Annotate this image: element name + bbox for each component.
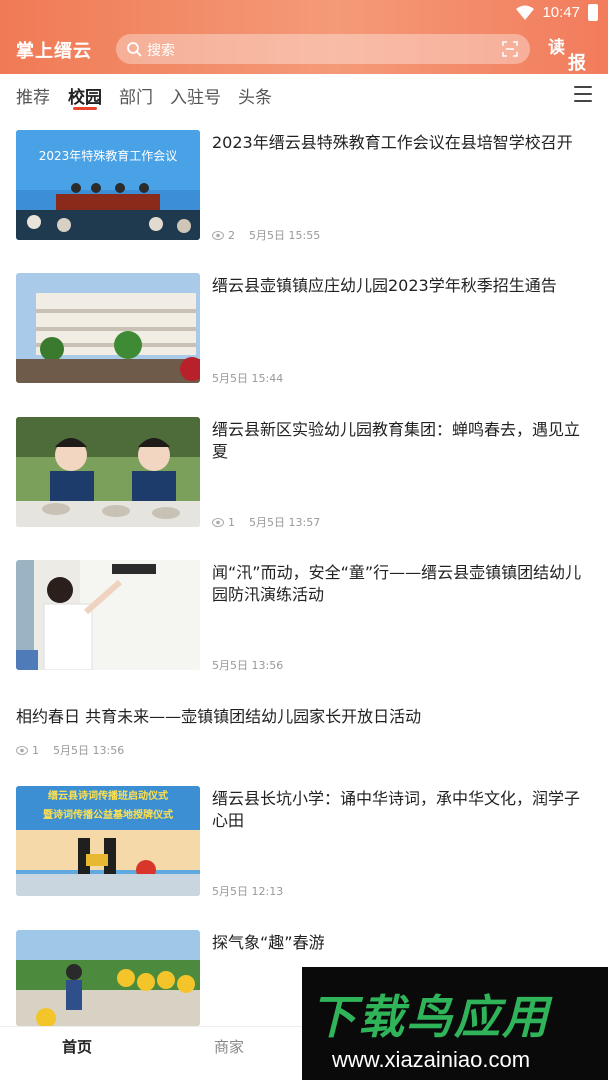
news-title[interactable]: 探气象“趣”春游 [212,932,592,954]
tab-recommend[interactable]: 推荐 [16,83,50,108]
news-meta: 5月5日 15:44 [212,370,283,386]
news-title[interactable]: 2023年缙云县特殊教育工作会议在县培智学校召开 [212,132,592,154]
read-logo-char-2: 报 [568,53,586,74]
news-time: 5月5日 13:56 [53,744,125,757]
view-count: 1 [228,515,235,529]
search-icon [127,42,142,57]
view-count: 1 [32,743,39,757]
news-meta: 1 5月5日 13:57 [212,514,320,530]
news-item[interactable]: 2023年特殊教育工作会议 2023年缙云县特殊教育工作会议在县培智学校召开 2… [0,130,608,242]
news-time: 5月5日 13:57 [249,516,321,529]
news-time: 5月5日 12:13 [212,885,284,898]
news-item[interactable]: 相约春日 共育未来——壶镇镇团结幼儿园家长开放日活动 1 5月5日 13:56 [0,704,608,760]
news-title[interactable]: 相约春日 共育未来——壶镇镇团结幼儿园家长开放日活动 [16,706,596,728]
news-item[interactable]: 缙云县壶镇镇应庄幼儿园2023学年秋季招生通告 5月5日 15:44 [0,273,608,385]
view-count: 2 [228,228,235,242]
news-thumbnail: 2023年特殊教育工作会议 [16,130,200,240]
watermark-title: 下载鸟应用 [310,990,550,1044]
wifi-icon [516,5,535,20]
news-thumbnail [16,930,200,1026]
eye-icon [16,745,28,755]
watermark-logo: 下载鸟应用 www.xiazainiao.com [302,967,608,1080]
watermark-url: www.xiazainiao.com [332,1047,531,1072]
category-tabs: 推荐 校园 部门 入驻号 头条 [0,74,608,118]
menu-icon[interactable] [574,86,592,102]
news-thumbnail [16,560,200,670]
news-meta: 2 5月5日 15:55 [212,227,320,243]
news-item[interactable]: 缙云县诗词传播班启动仪式 暨诗词传播公益基地授牌仪式 缙云县长坑小学：诵中华诗词… [0,786,608,898]
news-time: 5月5日 15:44 [212,372,284,385]
eye-icon [212,230,224,240]
news-thumbnail [16,273,200,383]
news-title[interactable]: 缙云县长坑小学：诵中华诗词，承中华文化，润学子心田 [212,788,592,832]
news-meta: 1 5月5日 13:56 [16,742,124,758]
app-title: 掌上缙云 [16,41,92,62]
app-header: 10:47 掌上缙云 搜索 读 报 [0,0,608,74]
thumb-banner-line-1: 缙云县诗词传播班启动仪式 [48,789,168,802]
search-bar[interactable]: 搜索 [116,34,530,64]
read-paper-button[interactable]: 读 报 [546,33,594,74]
tab-campus[interactable]: 校园 [68,83,102,108]
nav-merchants[interactable]: 商家 [214,1036,244,1057]
tab-settled[interactable]: 入驻号 [170,83,221,108]
read-logo-char-1: 读 [548,38,565,58]
nav-home[interactable]: 首页 [62,1036,92,1057]
search-placeholder: 搜索 [147,43,175,59]
news-meta: 5月5日 13:56 [212,657,283,673]
news-title[interactable]: 缙云县新区实验幼儿园教育集团：蝉鸣春去，遇见立夏 [212,419,592,463]
status-bar: 10:47 [0,0,608,28]
news-thumbnail [16,417,200,527]
news-time: 5月5日 13:56 [212,659,284,672]
battery-icon [588,4,598,21]
news-thumbnail: 缙云县诗词传播班启动仪式 暨诗词传播公益基地授牌仪式 [16,786,200,896]
thumb-banner-text: 2023年特殊教育工作会议 [39,148,178,163]
active-tab-indicator [73,107,97,110]
news-item[interactable]: 闻“汛”而动，安全“童”行——缙云县壶镇镇团结幼儿园防汛演练活动 5月5日 13… [0,560,608,672]
news-meta: 5月5日 12:13 [212,883,283,899]
news-title[interactable]: 闻“汛”而动，安全“童”行——缙云县壶镇镇团结幼儿园防汛演练活动 [212,562,592,606]
tab-headlines[interactable]: 头条 [238,83,272,108]
thumb-banner-line-2: 暨诗词传播公益基地授牌仪式 [43,808,173,821]
news-title[interactable]: 缙云县壶镇镇应庄幼儿园2023学年秋季招生通告 [212,275,592,297]
news-item[interactable]: 缙云县新区实验幼儿园教育集团：蝉鸣春去，遇见立夏 1 5月5日 13:57 [0,417,608,529]
tab-department[interactable]: 部门 [119,83,153,108]
status-time: 10:47 [542,4,580,21]
scan-icon[interactable] [502,41,518,57]
news-time: 5月5日 15:55 [249,229,321,242]
eye-icon [212,517,224,527]
